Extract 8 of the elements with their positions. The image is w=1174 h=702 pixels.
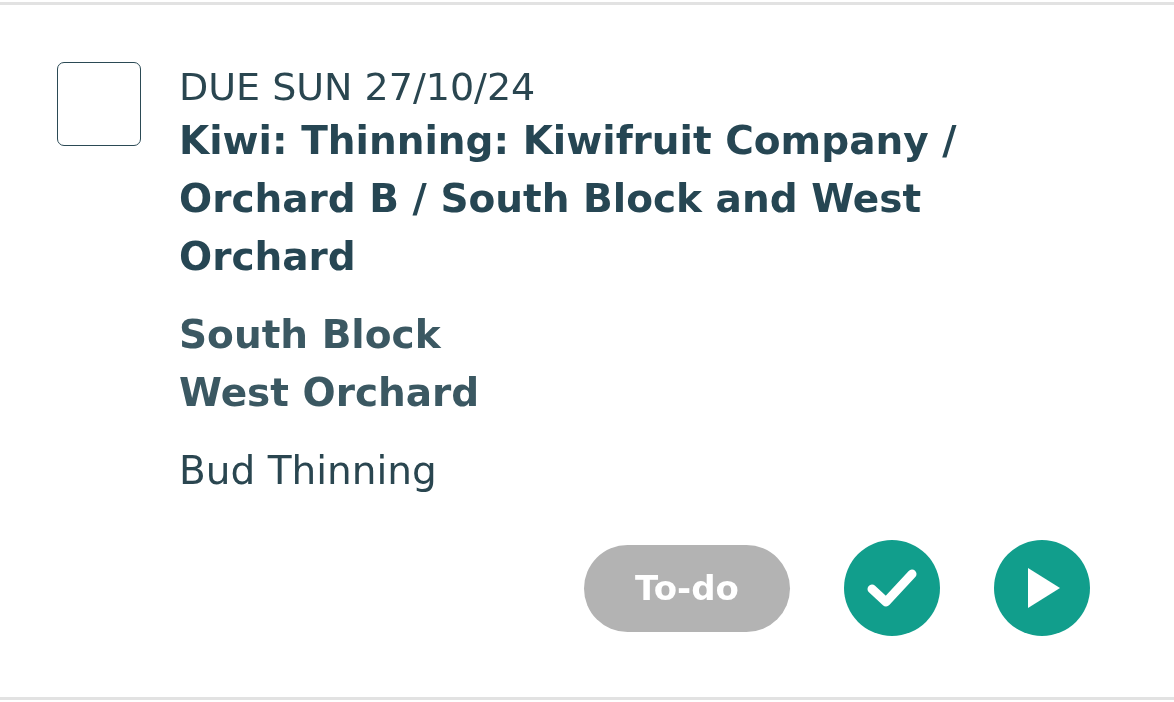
status-badge: To-do bbox=[584, 544, 790, 632]
due-date: DUE SUN 27/10/24 bbox=[179, 64, 537, 111]
check-icon bbox=[867, 568, 917, 608]
location: West Orchard bbox=[179, 369, 481, 417]
task-title: Kiwi: Thinning: Kiwifruit Company / Orchard B / South Block and West Orchard bbox=[179, 117, 958, 281]
checkbox[interactable] bbox=[57, 62, 141, 146]
location: South Block bbox=[179, 311, 442, 359]
activity: Bud Thinning bbox=[179, 447, 438, 495]
